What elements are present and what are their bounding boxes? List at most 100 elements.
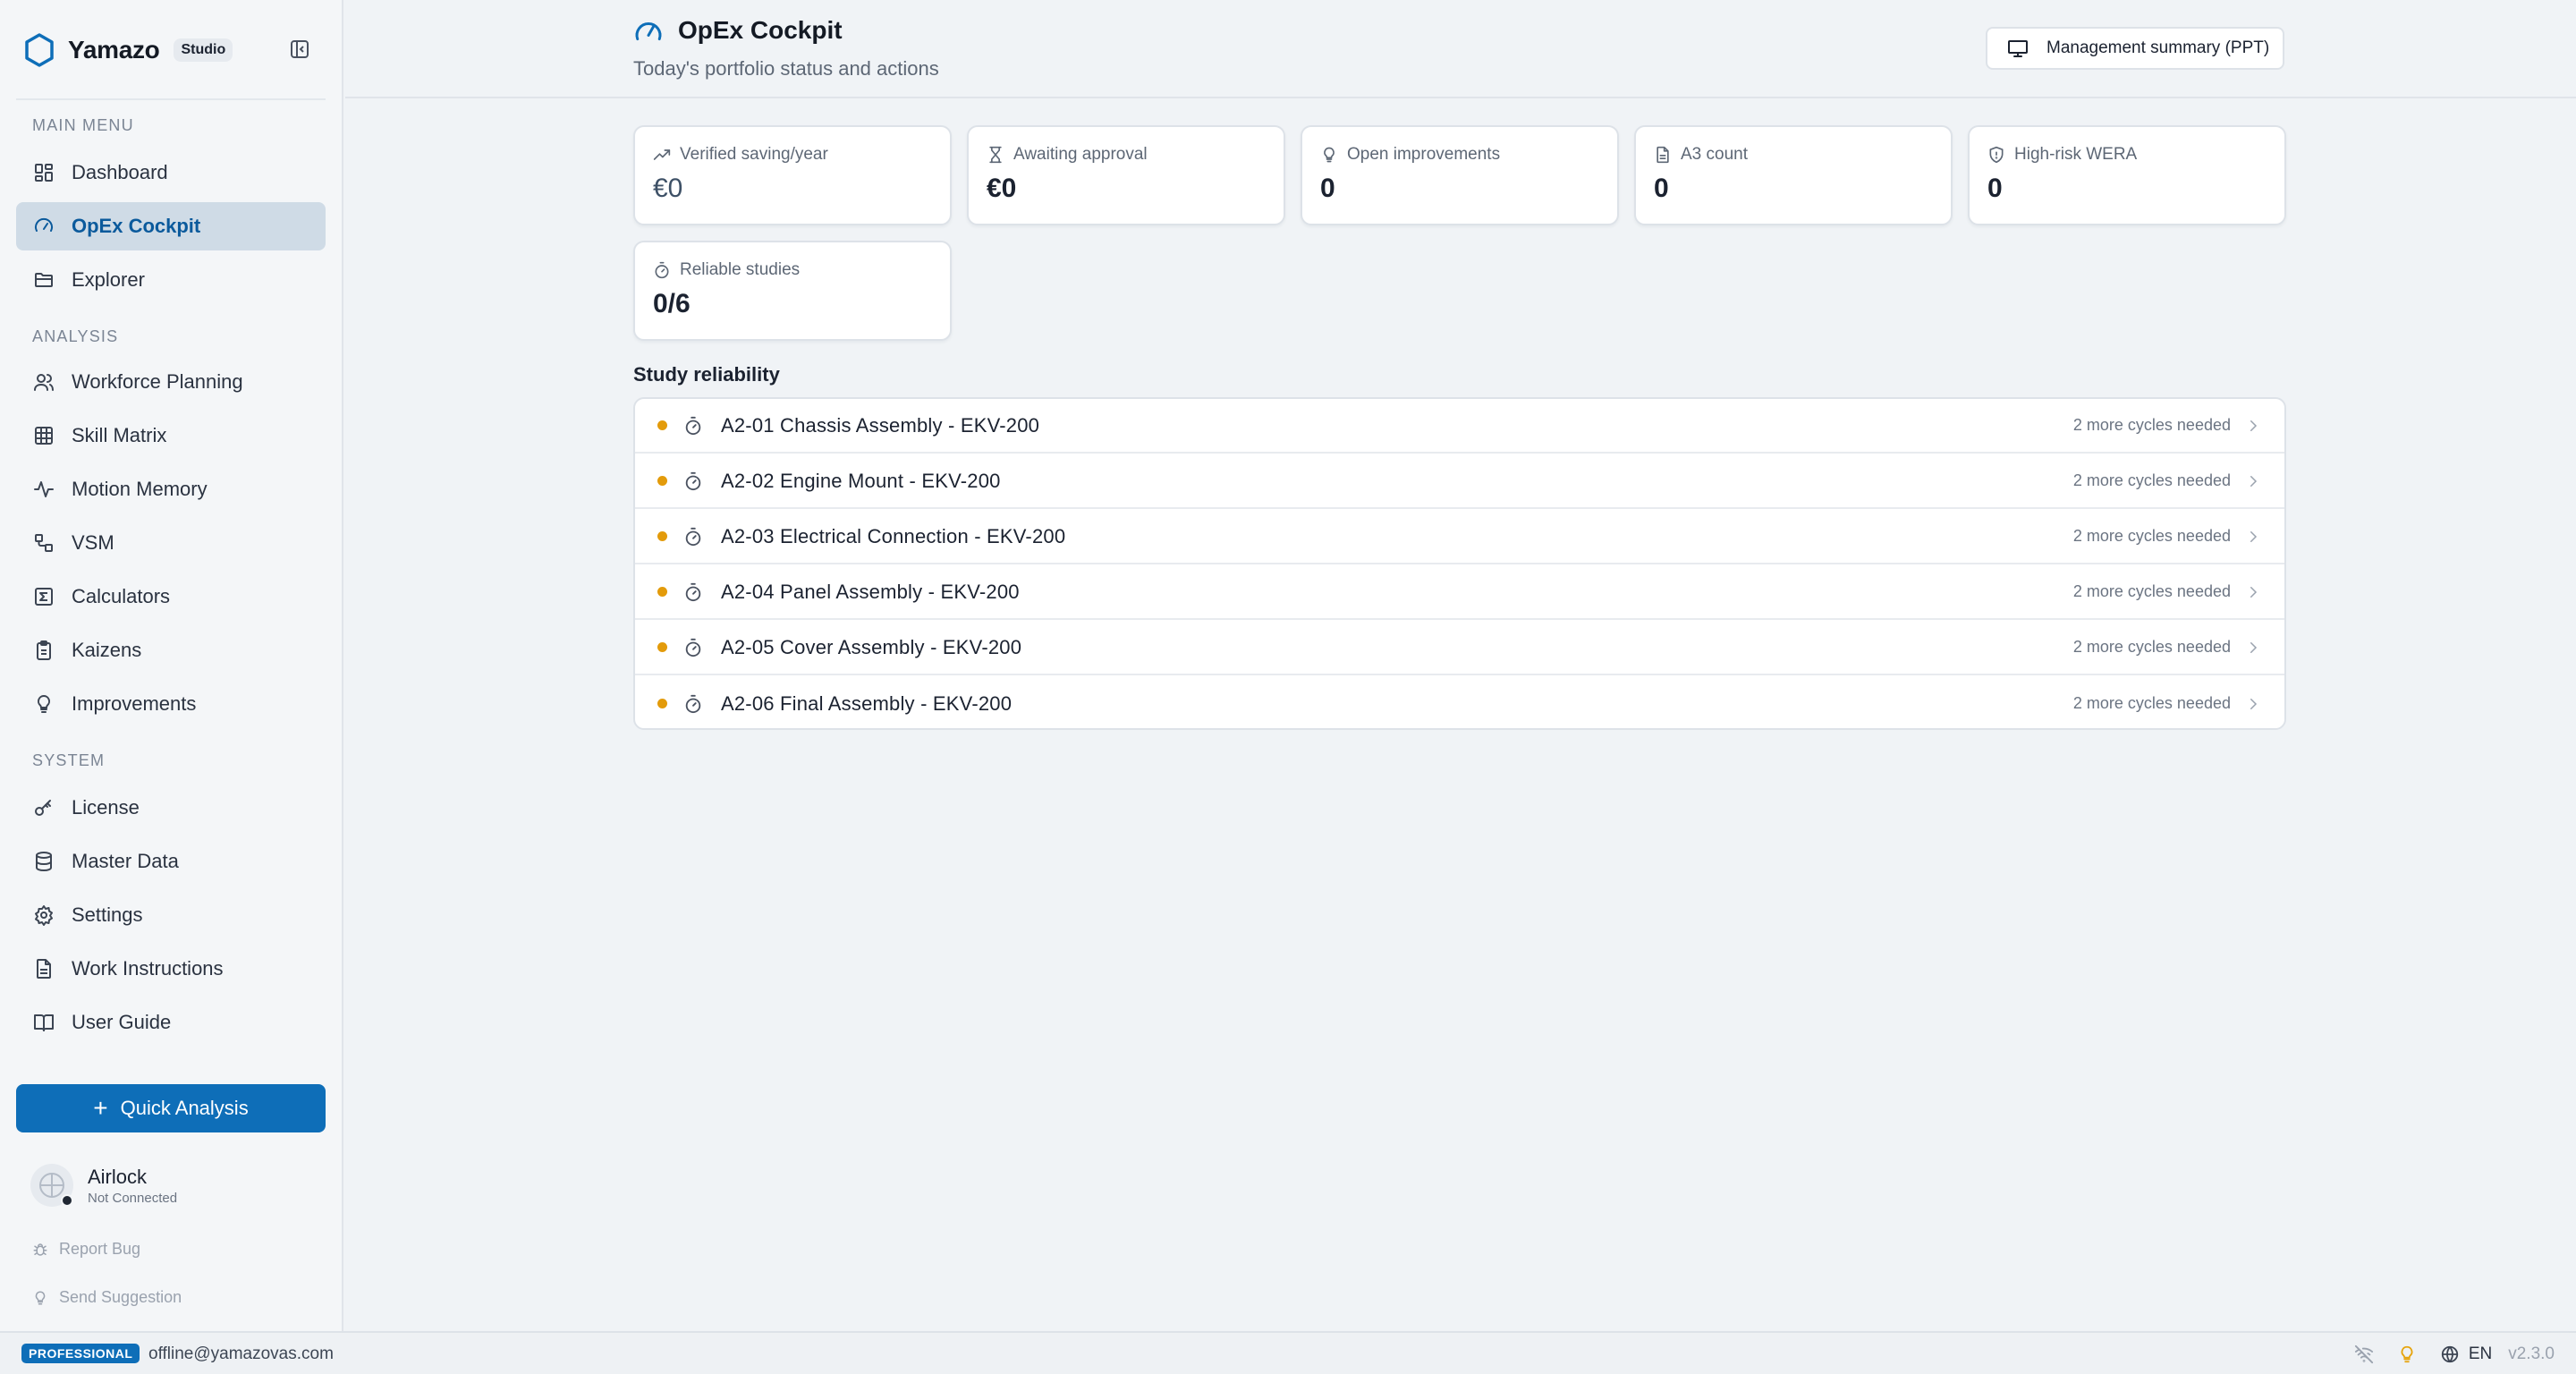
sidebar-divider xyxy=(16,98,326,100)
management-summary-label: Management summary (PPT) xyxy=(2046,38,2270,57)
sidebar-item-work-instructions[interactable]: Work Instructions xyxy=(16,945,326,993)
study-status: 2 more cycles needed xyxy=(2072,638,2231,656)
section-label-main: MAIN MENU xyxy=(32,116,134,134)
timer-icon xyxy=(683,527,703,547)
kpi-value: 0 xyxy=(1320,174,1335,203)
language-selector[interactable]: EN xyxy=(2469,1344,2492,1364)
brand[interactable]: Yamazo Studio xyxy=(23,27,233,73)
send-suggestion-link[interactable]: Send Suggestion xyxy=(32,1288,182,1307)
hexagon-logo-icon xyxy=(23,32,55,68)
gauge-icon xyxy=(633,17,664,44)
lightbulb-icon xyxy=(32,1290,48,1306)
airlock-status[interactable]: Airlock Not Connected xyxy=(30,1161,177,1209)
kpi-card-verified-saving: Verified saving/year €0 xyxy=(633,125,952,225)
study-status: 2 more cycles needed xyxy=(2072,694,2231,712)
sidebar-item-explorer[interactable]: Explorer xyxy=(16,256,326,304)
management-summary-button[interactable]: Management summary (PPT) xyxy=(1986,27,2284,70)
study-name: A2-05 Cover Assembly - EKV-200 xyxy=(721,635,1022,658)
clipboard-icon xyxy=(32,639,55,662)
timer-icon xyxy=(683,638,703,657)
sidebar-item-label: Dashboard xyxy=(72,161,168,183)
sidebar-item-opex-cockpit[interactable]: OpEx Cockpit xyxy=(16,202,326,250)
grid-icon xyxy=(32,424,55,447)
kpi-card-a3-count: A3 count 0 xyxy=(1634,125,1953,225)
kpi-label: Verified saving/year xyxy=(680,145,828,164)
report-bug-link[interactable]: Report Bug xyxy=(32,1240,140,1259)
sidebar-collapse-icon[interactable] xyxy=(286,36,313,63)
lightbulb-icon xyxy=(1320,146,1338,164)
sidebar-item-label: License xyxy=(72,796,140,818)
sigma-icon xyxy=(32,585,55,608)
study-row[interactable]: A2-05 Cover Assembly - EKV-200 2 more cy… xyxy=(635,621,2284,675)
timer-icon xyxy=(683,694,703,714)
hourglass-icon xyxy=(987,146,1004,164)
study-row[interactable]: A2-02 Engine Mount - EKV-200 2 more cycl… xyxy=(635,454,2284,509)
bug-icon xyxy=(32,1242,48,1258)
report-bug-label: Report Bug xyxy=(59,1240,141,1258)
globe-icon[interactable] xyxy=(2440,1344,2460,1364)
flow-icon xyxy=(32,531,55,555)
trend-up-icon xyxy=(653,146,671,164)
status-dot xyxy=(657,420,667,430)
sidebar-item-master-data[interactable]: Master Data xyxy=(16,837,326,886)
kpi-label: Awaiting approval xyxy=(1013,145,1148,164)
kpi-label: A3 count xyxy=(1681,145,1748,164)
database-icon xyxy=(32,850,55,873)
plus-icon: + xyxy=(93,1094,108,1122)
folder-icon xyxy=(32,268,55,292)
kpi-label: High-risk WERA xyxy=(2014,145,2138,164)
timer-icon xyxy=(683,416,703,436)
kpi-value: 0/6 xyxy=(653,289,691,318)
study-status: 2 more cycles needed xyxy=(2072,471,2231,489)
users-icon xyxy=(32,370,55,394)
plan-badge: PROFESSIONAL xyxy=(21,1344,140,1363)
kpi-label: Open improvements xyxy=(1347,145,1501,164)
quick-analysis-label: Quick Analysis xyxy=(120,1097,249,1119)
shield-icon xyxy=(1987,146,2005,164)
study-list: A2-01 Chassis Assembly - EKV-200 2 more … xyxy=(633,397,2286,730)
presentation-icon xyxy=(2007,38,2029,59)
timer-icon xyxy=(653,261,671,279)
sidebar-item-kaizens[interactable]: Kaizens xyxy=(16,626,326,674)
wifi-off-icon[interactable] xyxy=(2354,1344,2374,1364)
section-label-analysis: ANALYSIS xyxy=(32,327,119,345)
sidebar-item-dashboard[interactable]: Dashboard xyxy=(16,148,326,197)
page-title: OpEx Cockpit xyxy=(678,16,843,44)
study-row[interactable]: A2-03 Electrical Connection - EKV-200 2 … xyxy=(635,510,2284,564)
chevron-right-icon xyxy=(2245,640,2261,656)
sidebar-item-label: Work Instructions xyxy=(72,957,224,980)
activity-icon xyxy=(32,478,55,501)
page-title-group: OpEx Cockpit xyxy=(633,16,843,45)
document-icon xyxy=(32,957,55,980)
study-row[interactable]: A2-04 Panel Assembly - EKV-200 2 more cy… xyxy=(635,565,2284,620)
lightbulb-icon[interactable] xyxy=(2397,1344,2417,1364)
chevron-right-icon xyxy=(2245,529,2261,545)
sidebar-item-workforce-planning[interactable]: Workforce Planning xyxy=(16,358,326,406)
sidebar-item-label: Master Data xyxy=(72,850,179,872)
sidebar-item-label: Explorer xyxy=(72,268,145,291)
kpi-value: €0 xyxy=(987,174,1017,203)
sidebar: Yamazo Studio MAIN MENU Dashboard OpEx C… xyxy=(0,0,343,1331)
chevron-right-icon xyxy=(2245,418,2261,434)
quick-analysis-button[interactable]: + Quick Analysis xyxy=(16,1084,326,1132)
sidebar-item-improvements[interactable]: Improvements xyxy=(16,680,326,728)
sidebar-item-motion-memory[interactable]: Motion Memory xyxy=(16,465,326,513)
sidebar-item-settings[interactable]: Settings xyxy=(16,891,326,939)
sidebar-item-label: User Guide xyxy=(72,1011,172,1033)
study-row[interactable]: A2-06 Final Assembly - EKV-200 2 more cy… xyxy=(635,676,2284,728)
chevron-right-icon xyxy=(2245,584,2261,600)
sidebar-item-license[interactable]: License xyxy=(16,784,326,832)
sidebar-item-label: OpEx Cockpit xyxy=(72,215,201,237)
kpi-value: €0 xyxy=(653,174,683,203)
sidebar-item-calculators[interactable]: Calculators xyxy=(16,572,326,621)
study-name: A2-01 Chassis Assembly - EKV-200 xyxy=(721,413,1040,437)
sidebar-item-vsm[interactable]: VSM xyxy=(16,519,326,567)
study-name: A2-02 Engine Mount - EKV-200 xyxy=(721,469,1001,492)
sidebar-item-skill-matrix[interactable]: Skill Matrix xyxy=(16,411,326,460)
sidebar-item-user-guide[interactable]: User Guide xyxy=(16,998,326,1047)
brand-name: Yamazo xyxy=(68,36,160,64)
sidebar-item-label: Kaizens xyxy=(72,639,142,661)
sidebar-item-label: Motion Memory xyxy=(72,478,208,500)
kpi-label: Reliable studies xyxy=(680,260,801,279)
study-row[interactable]: A2-01 Chassis Assembly - EKV-200 2 more … xyxy=(635,399,2284,454)
